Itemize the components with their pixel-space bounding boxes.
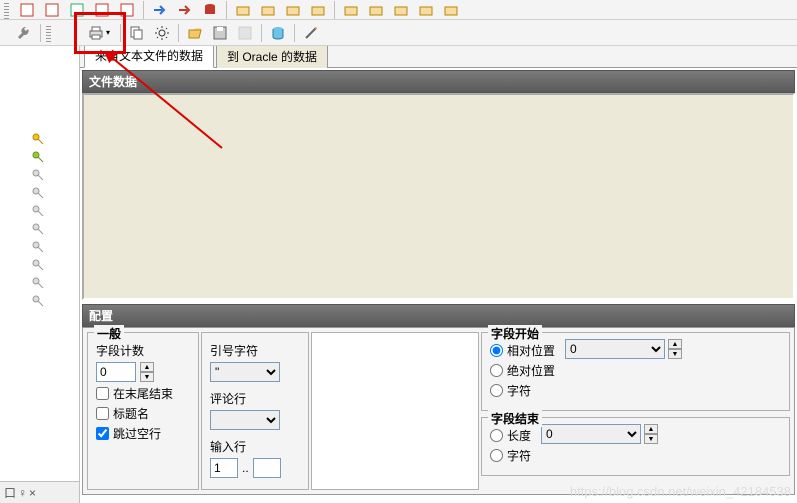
toolbar-btn-2[interactable] xyxy=(41,0,63,21)
folder-icon-8[interactable] xyxy=(415,0,437,21)
header-name-checkbox[interactable] xyxy=(96,407,109,420)
toolbar-second: ▾ xyxy=(0,20,797,46)
tree-item-1[interactable] xyxy=(30,148,79,166)
blank-listbox[interactable] xyxy=(311,332,479,490)
fs-absolute-radio[interactable] xyxy=(490,364,503,377)
fieldset-col2: 引号字符 " 评论行 输入行 .. xyxy=(201,332,309,490)
tree-item-8[interactable] xyxy=(30,274,79,292)
toolbar-top xyxy=(0,0,797,20)
header-name-label: 标题名 xyxy=(113,405,149,422)
field-count-spinner[interactable]: ▲▼ xyxy=(140,362,154,382)
input-row-sep: .. xyxy=(242,461,249,475)
save-icon[interactable] xyxy=(209,22,231,44)
tree-item-4[interactable] xyxy=(30,202,79,220)
toolbar-sep-8 xyxy=(294,24,295,42)
input-row-to[interactable] xyxy=(253,458,281,478)
toolbar-sep-6 xyxy=(178,24,179,42)
tab-from-text[interactable]: 来自文本文件的数据 xyxy=(84,46,214,68)
section-header-config: 配置 xyxy=(82,304,795,327)
fe-spinner[interactable]: ▲▼ xyxy=(644,424,658,444)
fs-spinner[interactable]: ▲▼ xyxy=(668,339,682,359)
folder-icon-9[interactable] xyxy=(440,0,462,21)
footer-glyph-3[interactable]: × xyxy=(29,486,36,500)
save-disabled-icon xyxy=(234,22,256,44)
fieldset-field-end: 字段结束 长度 字符 0 ▲▼ xyxy=(481,417,790,476)
comment-label: 评论行 xyxy=(210,390,246,407)
tab-bar: 来自文本文件的数据 到 Oracle 的数据 xyxy=(80,46,797,68)
object-tree[interactable] xyxy=(0,46,79,481)
legend-field-start: 字段开始 xyxy=(488,325,542,342)
toolbar-grip xyxy=(4,1,9,19)
folder-icon-4[interactable] xyxy=(307,0,329,21)
end-newline-label: 在末尾结束 xyxy=(113,385,173,402)
fs-char-label: 字符 xyxy=(507,382,531,399)
fs-absolute-label: 绝对位置 xyxy=(507,362,555,379)
wrench-icon[interactable] xyxy=(13,22,35,44)
database-icon[interactable] xyxy=(267,22,289,44)
folder-icon-3[interactable] xyxy=(282,0,304,21)
fe-select[interactable]: 0 xyxy=(541,424,641,444)
sidebar-footer: 口 ♀ × xyxy=(0,481,79,503)
file-data-viewer[interactable] xyxy=(82,93,795,300)
field-count-input[interactable] xyxy=(96,362,136,382)
skip-blank-label: 跳过空行 xyxy=(113,425,161,442)
toolbar-btn-4[interactable] xyxy=(91,0,113,21)
tree-item-7[interactable] xyxy=(30,256,79,274)
section-header-file-data: 文件数据 xyxy=(82,70,795,93)
fe-char-radio[interactable] xyxy=(490,449,503,462)
print-dropdown-button[interactable]: ▾ xyxy=(83,22,115,44)
sun-icon[interactable] xyxy=(151,22,173,44)
legend-general: 一般 xyxy=(94,325,124,342)
folder-icon-1[interactable] xyxy=(232,0,254,21)
toolbar-sep xyxy=(143,1,144,19)
fe-length-label: 长度 xyxy=(507,427,531,444)
footer-glyph-1[interactable]: 口 xyxy=(4,484,16,501)
fe-char-label: 字符 xyxy=(507,447,531,464)
folder-icon-5[interactable] xyxy=(340,0,362,21)
tree-item-3[interactable] xyxy=(30,184,79,202)
open-folder-icon[interactable] xyxy=(184,22,206,44)
toolbar-sep-3 xyxy=(334,1,335,19)
left-sidebar: 口 ♀ × xyxy=(0,46,80,503)
toolbar-btn-3[interactable] xyxy=(66,0,88,21)
end-newline-checkbox[interactable] xyxy=(96,387,109,400)
folder-icon-7[interactable] xyxy=(390,0,412,21)
toolbar-btn-5[interactable] xyxy=(116,0,138,21)
arrow-right-blue-icon[interactable] xyxy=(149,0,171,21)
input-row-label: 输入行 xyxy=(210,438,246,455)
tree-item-6[interactable] xyxy=(30,238,79,256)
quote-select[interactable]: " xyxy=(210,362,280,382)
field-count-label: 字段计数 xyxy=(96,342,144,359)
fs-char-radio[interactable] xyxy=(490,384,503,397)
tree-item-2[interactable] xyxy=(30,166,79,184)
quote-label: 引号字符 xyxy=(210,342,258,359)
tab-to-oracle[interactable]: 到 Oracle 的数据 xyxy=(216,46,328,68)
arrow-right-red-icon[interactable] xyxy=(174,0,196,21)
tree-item-9[interactable] xyxy=(30,292,79,310)
toolbar-btn-1[interactable] xyxy=(16,0,38,21)
tree-item-key[interactable] xyxy=(30,130,79,148)
toolbar-sep-4 xyxy=(40,24,41,42)
toolbar-grip-2 xyxy=(46,24,51,42)
fs-relative-label: 相对位置 xyxy=(507,342,555,359)
comment-select[interactable] xyxy=(210,410,280,430)
fe-length-radio[interactable] xyxy=(490,429,503,442)
copy-icon[interactable] xyxy=(126,22,148,44)
input-row-from[interactable] xyxy=(210,458,238,478)
fs-select[interactable]: 0 xyxy=(565,339,665,359)
wand-icon[interactable] xyxy=(300,22,322,44)
toolbar-sep-7 xyxy=(261,24,262,42)
footer-glyph-2[interactable]: ♀ xyxy=(18,486,27,500)
tree-item-5[interactable] xyxy=(30,220,79,238)
fs-relative-radio[interactable] xyxy=(490,344,503,357)
toolbar-sep-2 xyxy=(226,1,227,19)
folder-icon-2[interactable] xyxy=(257,0,279,21)
fieldset-general: 一般 字段计数 ▲▼ 在末尾结束 标题名 跳过空行 xyxy=(87,332,199,490)
db-red-icon[interactable] xyxy=(199,0,221,21)
folder-icon-6[interactable] xyxy=(365,0,387,21)
legend-field-end: 字段结束 xyxy=(488,410,542,427)
fieldset-field-start: 字段开始 相对位置 绝对位置 字符 0 ▲▼ xyxy=(481,332,790,411)
toolbar-sep-5 xyxy=(120,24,121,42)
skip-blank-checkbox[interactable] xyxy=(96,427,109,440)
